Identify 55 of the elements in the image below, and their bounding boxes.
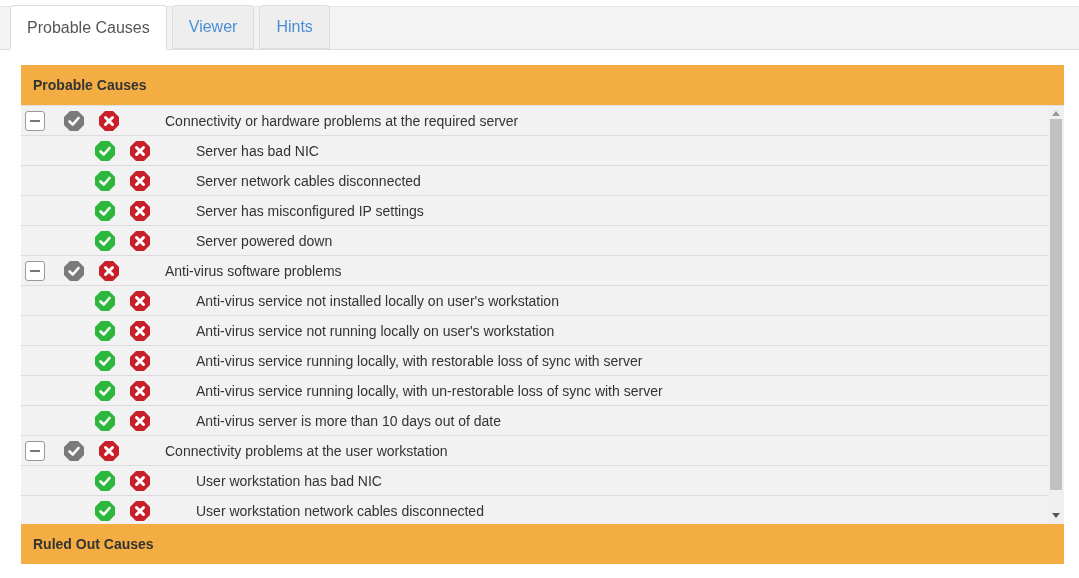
scroll-up-icon[interactable] — [1052, 111, 1060, 116]
cause-label: Server powered down — [196, 232, 333, 249]
cause-label: User workstation has bad NIC — [196, 472, 382, 489]
cause-label: User workstation network cables disconnected — [196, 502, 484, 519]
check-icon[interactable] — [64, 110, 84, 131]
cross-icon[interactable] — [99, 440, 119, 461]
check-icon[interactable] — [95, 500, 115, 521]
cause-label: Anti-virus server is more than 10 days out of date — [196, 412, 502, 429]
collapse-toggle[interactable] — [25, 260, 45, 281]
check-icon[interactable] — [95, 230, 115, 251]
cross-icon[interactable] — [130, 500, 150, 521]
section-header: Ruled Out Causes — [21, 524, 1064, 564]
cross-icon[interactable] — [130, 200, 150, 221]
check-icon[interactable] — [95, 170, 115, 191]
check-icon[interactable] — [95, 410, 115, 431]
cross-icon[interactable] — [130, 320, 150, 341]
check-icon[interactable] — [95, 350, 115, 371]
minus-icon — [30, 119, 40, 122]
cause-group-label: Anti-virus software problems — [165, 262, 342, 279]
section-header: Probable Causes — [21, 65, 1064, 105]
minus-icon — [30, 269, 40, 272]
cross-icon[interactable] — [130, 470, 150, 491]
cross-icon[interactable] — [130, 410, 150, 431]
cross-icon[interactable] — [130, 350, 150, 371]
cross-icon[interactable] — [130, 170, 150, 191]
tab[interactable]: Probable Causes — [10, 5, 167, 50]
collapse-toggle[interactable] — [25, 110, 45, 131]
cause-label: Anti-virus service not running locally on user's workstation — [196, 322, 555, 339]
cause-label: Anti-virus service running locally, with un-restorable loss of sync with server — [196, 382, 663, 399]
cross-icon[interactable] — [130, 290, 150, 311]
cause-label: Server network cables disconnected — [196, 172, 421, 189]
cause-group-label: Connectivity problems at the user workstation — [165, 442, 448, 459]
cross-icon[interactable] — [130, 230, 150, 251]
check-icon[interactable] — [64, 260, 84, 281]
minus-icon — [30, 449, 40, 452]
cross-icon[interactable] — [99, 110, 119, 131]
check-icon[interactable] — [95, 290, 115, 311]
cause-label: Anti-virus service not installed locally on user's workstation — [196, 292, 559, 309]
cause-label: Anti-virus service running locally, with restorable loss of sync with server — [196, 352, 643, 369]
cause-group-label: Connectivity or hardware problems at the required server — [165, 112, 519, 129]
check-icon[interactable] — [95, 140, 115, 161]
check-icon[interactable] — [95, 380, 115, 401]
cross-icon[interactable] — [99, 260, 119, 281]
cause-label: Server has bad NIC — [196, 142, 319, 159]
tab[interactable]: Viewer — [171, 5, 255, 49]
check-icon[interactable] — [95, 320, 115, 341]
cross-icon[interactable] — [130, 140, 150, 161]
cause-label: Server has misconfigured IP settings — [196, 202, 424, 219]
cross-icon[interactable] — [130, 380, 150, 401]
collapse-toggle[interactable] — [25, 440, 45, 461]
scroll-down-icon[interactable] — [1052, 513, 1060, 518]
tab[interactable]: Hints — [259, 5, 330, 49]
check-icon[interactable] — [95, 470, 115, 491]
check-icon[interactable] — [95, 200, 115, 221]
check-icon[interactable] — [64, 440, 84, 461]
